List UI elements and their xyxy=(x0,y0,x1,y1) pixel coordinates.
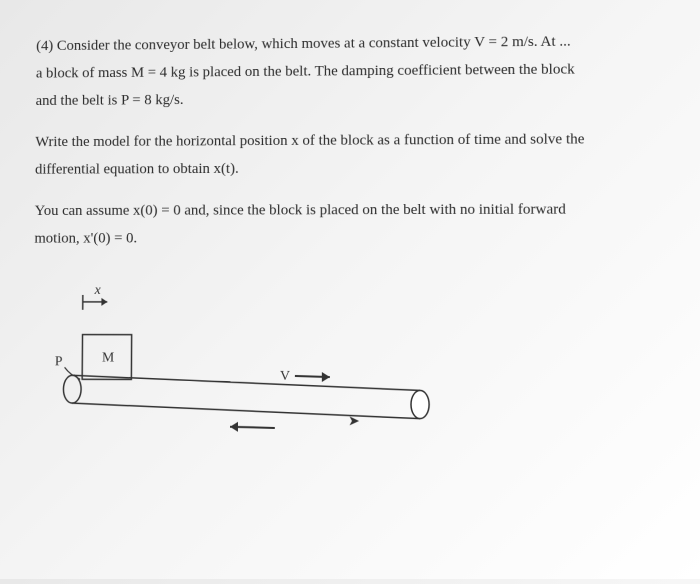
block-mass: M xyxy=(82,335,131,380)
text-part1: Consider the conveyor belt below, which … xyxy=(57,34,571,54)
diagram: x M P V xyxy=(52,280,501,462)
problem-content: (4) Consider the conveyor belt below, wh… xyxy=(34,19,673,251)
conveyor-diagram: x M P V xyxy=(52,280,501,462)
x-axis-indicator: x xyxy=(83,282,108,310)
conveyor-belt xyxy=(63,375,429,418)
cursor-icon: ➤ xyxy=(348,413,360,430)
problem-text-line4: Write the model for the horizontal posit… xyxy=(35,127,672,154)
problem-text-line1: (4) Consider the conveyor belt below, wh… xyxy=(36,29,672,58)
velocity-label: V xyxy=(280,368,290,383)
velocity-indicator: V xyxy=(280,368,330,383)
problem-text-line5: differential equation to obtain x(t). xyxy=(35,155,673,182)
problem-text-line3: and the belt is P = 8 kg/s. xyxy=(36,85,673,113)
mass-label: M xyxy=(102,349,114,364)
damping-label: P xyxy=(55,353,63,368)
question-number: (4) xyxy=(36,38,53,54)
problem-text-line7: motion, x'(0) = 0. xyxy=(34,225,673,250)
problem-text-line6: You can assume x(0) = 0 and, since the b… xyxy=(35,197,673,223)
x-label: x xyxy=(94,282,102,297)
return-arrow xyxy=(230,422,275,432)
problem-text-line2: a block of mass M = 4 kg is placed on th… xyxy=(36,57,672,86)
